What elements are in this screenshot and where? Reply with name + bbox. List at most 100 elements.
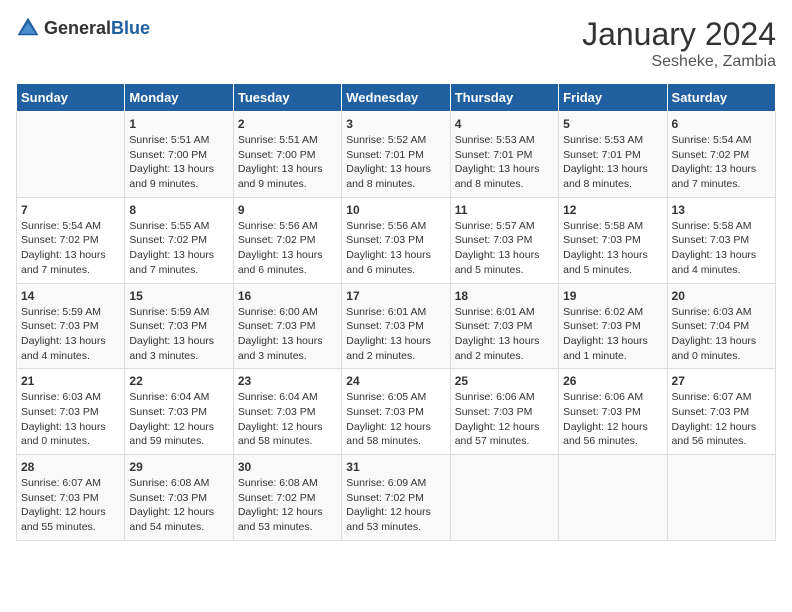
- day-number: 6: [672, 117, 771, 131]
- day-number: 21: [21, 374, 120, 388]
- calendar-cell: 24 Sunrise: 6:05 AM Sunset: 7:03 PM Dayli…: [342, 369, 450, 455]
- day-number: 30: [238, 460, 337, 474]
- calendar-cell: 5 Sunrise: 5:53 AM Sunset: 7:01 PM Daylig…: [559, 112, 667, 198]
- calendar-week-row: 1 Sunrise: 5:51 AM Sunset: 7:00 PM Daylig…: [17, 112, 776, 198]
- day-info: Sunrise: 6:03 AM Sunset: 7:04 PM Dayligh…: [672, 305, 771, 364]
- day-number: 13: [672, 203, 771, 217]
- day-info: Sunrise: 6:02 AM Sunset: 7:03 PM Dayligh…: [563, 305, 662, 364]
- page-header: GeneralBlue January 2024 Sesheke, Zambia: [16, 16, 776, 71]
- calendar-cell: 4 Sunrise: 5:53 AM Sunset: 7:01 PM Daylig…: [450, 112, 558, 198]
- day-info: Sunrise: 6:00 AM Sunset: 7:03 PM Dayligh…: [238, 305, 337, 364]
- day-number: 20: [672, 289, 771, 303]
- logo: GeneralBlue: [16, 16, 150, 40]
- weekday-header-cell: Thursday: [450, 84, 558, 112]
- day-number: 10: [346, 203, 445, 217]
- day-info: Sunrise: 5:51 AM Sunset: 7:00 PM Dayligh…: [238, 133, 337, 192]
- calendar-cell: [450, 455, 558, 541]
- day-info: Sunrise: 6:05 AM Sunset: 7:03 PM Dayligh…: [346, 390, 445, 449]
- day-info: Sunrise: 6:08 AM Sunset: 7:03 PM Dayligh…: [129, 476, 228, 535]
- weekday-header-cell: Tuesday: [233, 84, 341, 112]
- day-info: Sunrise: 5:54 AM Sunset: 7:02 PM Dayligh…: [672, 133, 771, 192]
- calendar-cell: 6 Sunrise: 5:54 AM Sunset: 7:02 PM Daylig…: [667, 112, 775, 198]
- calendar-cell: 9Sunrise: 5:56 AM Sunset: 7:02 PM Daylig…: [233, 197, 341, 283]
- calendar-week-row: 21 Sunrise: 6:03 AM Sunset: 7:03 PM Dayli…: [17, 369, 776, 455]
- day-number: 16: [238, 289, 337, 303]
- calendar-cell: 26 Sunrise: 6:06 AM Sunset: 7:03 PM Dayli…: [559, 369, 667, 455]
- calendar-cell: 23 Sunrise: 6:04 AM Sunset: 7:03 PM Dayli…: [233, 369, 341, 455]
- day-info: Sunrise: 5:53 AM Sunset: 7:01 PM Dayligh…: [455, 133, 554, 192]
- weekday-header-cell: Friday: [559, 84, 667, 112]
- day-info: Sunrise: 5:56 AM Sunset: 7:02 PM Dayligh…: [238, 219, 337, 278]
- day-number: 23: [238, 374, 337, 388]
- day-info: Sunrise: 6:08 AM Sunset: 7:02 PM Dayligh…: [238, 476, 337, 535]
- calendar-cell: 13 Sunrise: 5:58 AM Sunset: 7:03 PM Dayli…: [667, 197, 775, 283]
- day-number: 18: [455, 289, 554, 303]
- title-block: January 2024 Sesheke, Zambia: [582, 16, 776, 71]
- calendar-cell: 12 Sunrise: 5:58 AM Sunset: 7:03 PM Dayli…: [559, 197, 667, 283]
- calendar-cell: [667, 455, 775, 541]
- calendar-cell: 25Sunrise: 6:06 AM Sunset: 7:03 PM Dayli…: [450, 369, 558, 455]
- calendar-cell: 30 Sunrise: 6:08 AM Sunset: 7:02 PM Dayli…: [233, 455, 341, 541]
- day-number: 4: [455, 117, 554, 131]
- calendar-cell: 29Sunrise: 6:08 AM Sunset: 7:03 PM Dayli…: [125, 455, 233, 541]
- day-info: Sunrise: 6:03 AM Sunset: 7:03 PM Dayligh…: [21, 390, 120, 449]
- day-info: Sunrise: 5:58 AM Sunset: 7:03 PM Dayligh…: [672, 219, 771, 278]
- day-info: Sunrise: 6:09 AM Sunset: 7:02 PM Dayligh…: [346, 476, 445, 535]
- day-number: 1: [129, 117, 228, 131]
- day-info: Sunrise: 6:01 AM Sunset: 7:03 PM Dayligh…: [346, 305, 445, 364]
- day-number: 11: [455, 203, 554, 217]
- day-number: 27: [672, 374, 771, 388]
- calendar-cell: 10 Sunrise: 5:56 AM Sunset: 7:03 PM Dayli…: [342, 197, 450, 283]
- day-number: 24: [346, 374, 445, 388]
- day-info: Sunrise: 5:52 AM Sunset: 7:01 PM Dayligh…: [346, 133, 445, 192]
- logo-text-blue: Blue: [111, 18, 150, 38]
- calendar-table: SundayMondayTuesdayWednesdayThursdayFrid…: [16, 83, 776, 541]
- calendar-cell: [559, 455, 667, 541]
- day-number: 14: [21, 289, 120, 303]
- day-number: 22: [129, 374, 228, 388]
- day-number: 2: [238, 117, 337, 131]
- calendar-cell: 16 Sunrise: 6:00 AM Sunset: 7:03 PM Dayli…: [233, 283, 341, 369]
- day-info: Sunrise: 5:55 AM Sunset: 7:02 PM Dayligh…: [129, 219, 228, 278]
- day-info: Sunrise: 6:04 AM Sunset: 7:03 PM Dayligh…: [129, 390, 228, 449]
- calendar-cell: 8Sunrise: 5:55 AM Sunset: 7:02 PM Daylig…: [125, 197, 233, 283]
- day-info: Sunrise: 6:07 AM Sunset: 7:03 PM Dayligh…: [21, 476, 120, 535]
- day-number: 12: [563, 203, 662, 217]
- logo-text-general: General: [44, 18, 111, 38]
- day-number: 17: [346, 289, 445, 303]
- calendar-cell: 15Sunrise: 5:59 AM Sunset: 7:03 PM Dayli…: [125, 283, 233, 369]
- weekday-header-cell: Saturday: [667, 84, 775, 112]
- calendar-week-row: 14Sunrise: 5:59 AM Sunset: 7:03 PM Dayli…: [17, 283, 776, 369]
- calendar-cell: 27Sunrise: 6:07 AM Sunset: 7:03 PM Dayli…: [667, 369, 775, 455]
- calendar-week-row: 7Sunrise: 5:54 AM Sunset: 7:02 PM Daylig…: [17, 197, 776, 283]
- day-number: 15: [129, 289, 228, 303]
- day-number: 28: [21, 460, 120, 474]
- day-info: Sunrise: 6:06 AM Sunset: 7:03 PM Dayligh…: [455, 390, 554, 449]
- day-info: Sunrise: 6:06 AM Sunset: 7:03 PM Dayligh…: [563, 390, 662, 449]
- day-info: Sunrise: 5:53 AM Sunset: 7:01 PM Dayligh…: [563, 133, 662, 192]
- calendar-cell: 1Sunrise: 5:51 AM Sunset: 7:00 PM Daylig…: [125, 112, 233, 198]
- calendar-cell: 22 Sunrise: 6:04 AM Sunset: 7:03 PM Dayli…: [125, 369, 233, 455]
- day-number: 31: [346, 460, 445, 474]
- day-info: Sunrise: 5:54 AM Sunset: 7:02 PM Dayligh…: [21, 219, 120, 278]
- calendar-cell: 21 Sunrise: 6:03 AM Sunset: 7:03 PM Dayli…: [17, 369, 125, 455]
- day-info: Sunrise: 5:58 AM Sunset: 7:03 PM Dayligh…: [563, 219, 662, 278]
- weekday-header-cell: Monday: [125, 84, 233, 112]
- calendar-cell: 14Sunrise: 5:59 AM Sunset: 7:03 PM Dayli…: [17, 283, 125, 369]
- day-number: 5: [563, 117, 662, 131]
- day-number: 19: [563, 289, 662, 303]
- logo-icon: [16, 16, 40, 40]
- calendar-cell: [17, 112, 125, 198]
- weekday-header-cell: Wednesday: [342, 84, 450, 112]
- calendar-cell: 19 Sunrise: 6:02 AM Sunset: 7:03 PM Dayli…: [559, 283, 667, 369]
- calendar-week-row: 28 Sunrise: 6:07 AM Sunset: 7:03 PM Dayli…: [17, 455, 776, 541]
- month-title: January 2024: [582, 16, 776, 53]
- location-title: Sesheke, Zambia: [582, 53, 776, 71]
- calendar-cell: 28 Sunrise: 6:07 AM Sunset: 7:03 PM Dayli…: [17, 455, 125, 541]
- day-number: 26: [563, 374, 662, 388]
- weekday-header-row: SundayMondayTuesdayWednesdayThursdayFrid…: [17, 84, 776, 112]
- day-info: Sunrise: 5:56 AM Sunset: 7:03 PM Dayligh…: [346, 219, 445, 278]
- calendar-cell: 3Sunrise: 5:52 AM Sunset: 7:01 PM Daylig…: [342, 112, 450, 198]
- day-info: Sunrise: 6:04 AM Sunset: 7:03 PM Dayligh…: [238, 390, 337, 449]
- calendar-cell: 11Sunrise: 5:57 AM Sunset: 7:03 PM Dayli…: [450, 197, 558, 283]
